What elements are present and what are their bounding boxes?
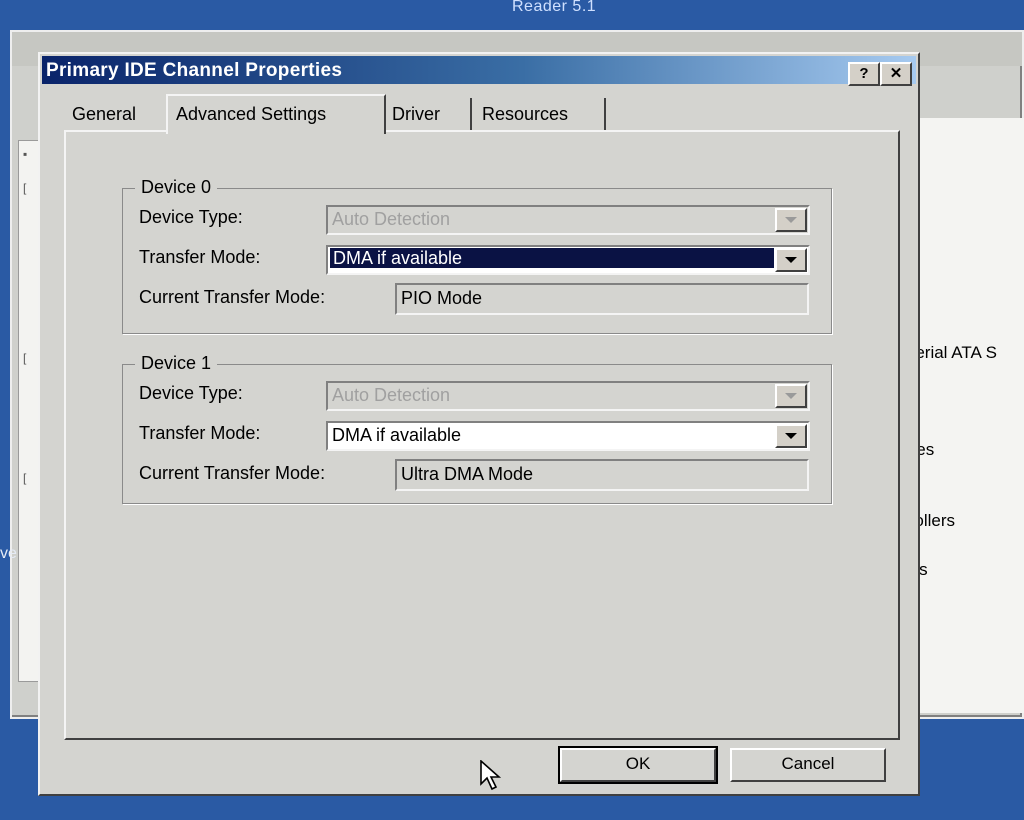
- device-1-current-transfer-mode-value: Ultra DMA Mode: [401, 464, 534, 484]
- device-1-group: Device 1 Device Type: Auto Detection Tra…: [122, 353, 832, 504]
- device-1-transfer-mode-select[interactable]: DMA if available: [326, 421, 810, 451]
- device-0-group: Device 0 Device Type: Auto Detection Tra…: [122, 177, 832, 334]
- device-0-current-transfer-mode: PIO Mode: [395, 283, 809, 315]
- device-0-legend: Device 0: [135, 177, 218, 198]
- cancel-button[interactable]: Cancel: [730, 748, 886, 782]
- chevron-down-icon[interactable]: [775, 424, 807, 448]
- tab-general[interactable]: General: [64, 98, 170, 130]
- transfer-mode-label: Transfer Mode:: [139, 247, 261, 267]
- device-type-label: Device Type:: [139, 207, 243, 227]
- properties-dialog: Primary IDE Channel Properties ? ✕ Gener…: [38, 52, 920, 796]
- help-button[interactable]: ?: [848, 62, 880, 86]
- device-1-type-select[interactable]: Auto Detection: [326, 381, 810, 411]
- device-type-label: Device Type:: [139, 383, 243, 403]
- chevron-down-icon[interactable]: [775, 384, 807, 408]
- device-0-type-value: Auto Detection: [332, 209, 451, 229]
- device-1-transfer-mode-value: DMA if available: [332, 425, 462, 445]
- mouse-pointer-icon: [480, 760, 502, 791]
- tab-resources[interactable]: Resources: [474, 98, 606, 130]
- device-0-type-select[interactable]: Auto Detection: [326, 205, 810, 235]
- desktop-title: Reader 5.1: [512, 0, 597, 15]
- ok-button[interactable]: OK: [558, 746, 718, 784]
- close-button[interactable]: ✕: [880, 62, 912, 86]
- transfer-mode-label: Transfer Mode:: [139, 423, 261, 443]
- background-side-text: ve: [0, 545, 17, 562]
- background-device-list[interactable]: [910, 118, 1024, 713]
- current-transfer-mode-label: Current Transfer Mode:: [139, 287, 326, 307]
- device-1-current-transfer-mode: Ultra DMA Mode: [395, 459, 809, 491]
- tab-advanced-settings[interactable]: Advanced Settings: [166, 94, 386, 134]
- advanced-settings-panel: Device 0 Device Type: Auto Detection Tra…: [64, 130, 900, 740]
- chevron-down-icon[interactable]: [775, 208, 807, 232]
- tab-driver[interactable]: Driver: [384, 98, 472, 130]
- dialog-titlebar[interactable]: Primary IDE Channel Properties ? ✕: [42, 56, 916, 86]
- dialog-title: Primary IDE Channel Properties: [46, 60, 343, 81]
- current-transfer-mode-label: Current Transfer Mode:: [139, 463, 326, 483]
- device-1-legend: Device 1: [135, 353, 218, 374]
- device-0-current-transfer-mode-value: PIO Mode: [401, 288, 483, 308]
- device-0-transfer-mode-select[interactable]: DMA if available: [326, 245, 810, 275]
- chevron-down-icon[interactable]: [775, 248, 807, 272]
- close-icon: ✕: [889, 65, 903, 82]
- device-1-type-value: Auto Detection: [332, 385, 451, 405]
- device-0-transfer-mode-value: DMA if available: [330, 248, 774, 268]
